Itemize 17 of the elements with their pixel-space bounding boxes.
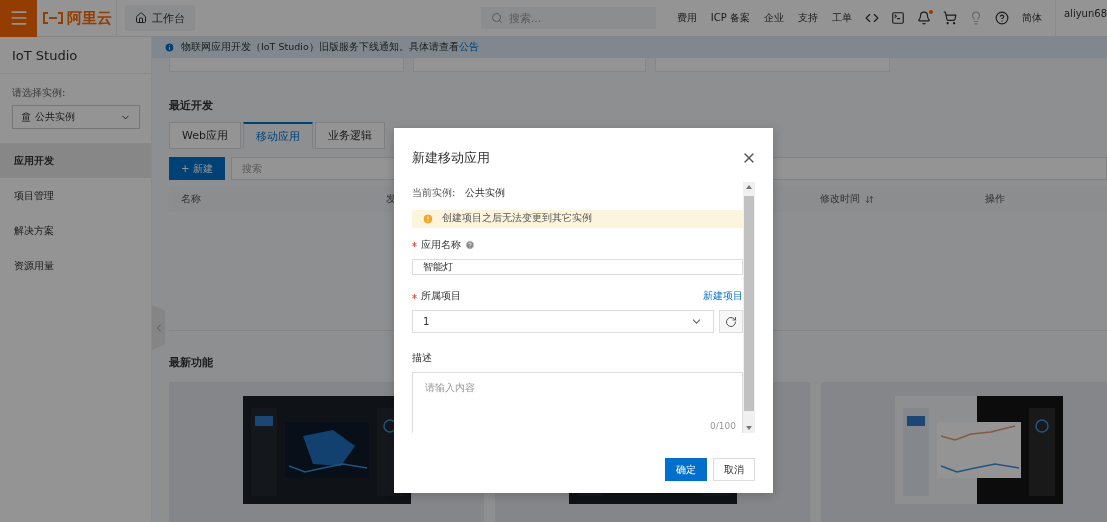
instance-label: 当前实例:	[412, 186, 456, 200]
field-label: 应用名称	[421, 237, 461, 252]
instance-value: 公共实例	[465, 186, 506, 200]
column-header: 发	[386, 192, 396, 206]
sidebar-title: IoT Studio	[0, 37, 151, 74]
dialog-title: 新建移动应用	[412, 148, 490, 167]
field-label: 描述	[412, 351, 432, 366]
column-header: 修改时间	[820, 192, 874, 206]
notice-text: 物联网应用开发（IoT Studio）旧版服务下线通知。具体请查看公告	[181, 41, 479, 54]
field-label: 所属项目	[421, 289, 461, 304]
char-counter: 0/100	[710, 421, 736, 431]
instance-label: 请选择实例:	[11, 86, 67, 100]
column-header: 操作	[985, 192, 1005, 206]
section-title: 最新功能	[169, 355, 213, 370]
column-header: 名称	[181, 192, 201, 206]
section-title: 最近开发	[169, 98, 213, 113]
warning-text: 创建项目之后无法变更到其它实例	[442, 212, 592, 226]
